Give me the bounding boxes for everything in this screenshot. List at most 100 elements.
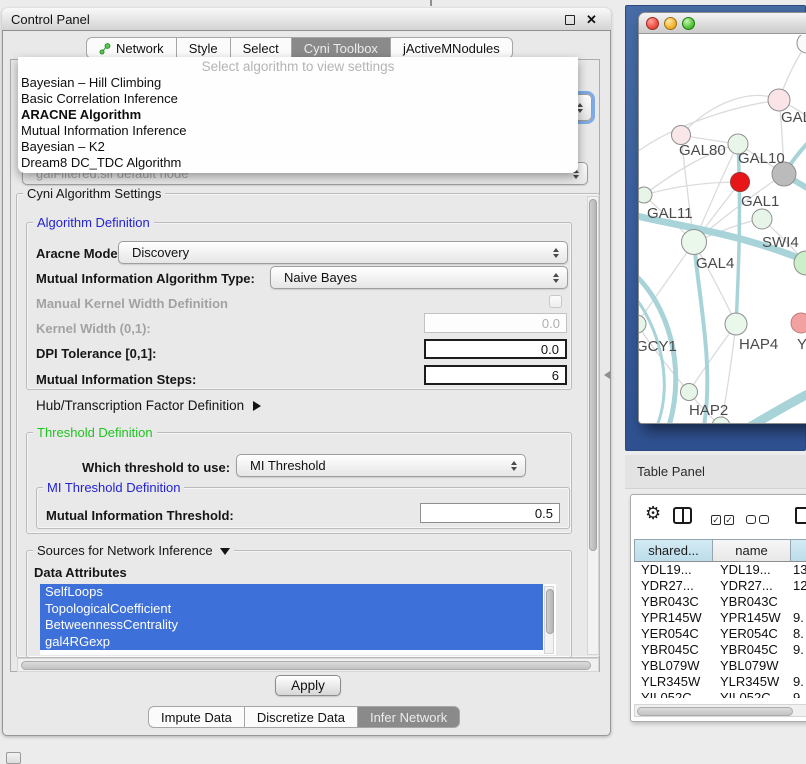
node-salmon[interactable] <box>791 313 806 333</box>
cell-shared: YER054C <box>634 626 713 642</box>
dropdown-item-bayesian-hill-climbing[interactable]: Bayesian – Hill Climbing <box>18 75 578 91</box>
mi-threshold-field[interactable]: 0.5 <box>420 503 560 523</box>
network-window[interactable]: GAL80 GAL10 GAL1 GAL11 SWI4 GAL4 GCY1 HA… <box>638 12 806 424</box>
table-panel-title: Table Panel <box>625 464 705 479</box>
cell-shared: YDR27... <box>634 578 713 594</box>
node-red-selected[interactable] <box>731 173 750 192</box>
mi-steps-field[interactable]: 6 <box>424 365 567 385</box>
tab-network[interactable]: Network <box>86 37 177 59</box>
mi-algorithm-type-select[interactable]: Naive Bayes <box>270 266 568 289</box>
table-row[interactable]: YDL19... YDL19... 13 <box>634 562 806 578</box>
scrollbar-thumb[interactable] <box>546 589 554 634</box>
cell-value: 9. <box>791 610 806 626</box>
scrollbar-thumb[interactable] <box>589 199 597 551</box>
dropdown-item-aracne[interactable]: ARACNE Algorithm <box>18 107 578 123</box>
dpi-tolerance-field[interactable]: 0.0 <box>424 339 567 359</box>
aracne-mode-value: Discovery <box>119 245 545 260</box>
zoom-traffic-light-icon[interactable] <box>682 17 695 30</box>
cell-name: YIL052C <box>713 690 791 698</box>
node-gal-partial[interactable] <box>768 89 790 111</box>
scrollbar-thumb[interactable] <box>637 707 793 716</box>
tab-cyni-toolbox[interactable]: Cyni Toolbox <box>291 37 391 59</box>
table-row[interactable]: YIL052C YIL052C 9. <box>634 690 806 698</box>
cell-name: YER054C <box>713 626 791 642</box>
table-row[interactable]: YBR045C YBR045C 9. <box>634 642 806 658</box>
node-unlabeled-top[interactable] <box>797 35 806 53</box>
aracne-mode-label: Aracne Mode: <box>36 246 122 261</box>
tab-jactivemnodules[interactable]: jActiveMNodules <box>390 37 513 59</box>
node-gal11[interactable] <box>639 187 652 203</box>
list-item-betweennesscentrality[interactable]: BetweennessCentrality <box>40 617 543 634</box>
list-item-gal4rgexp[interactable]: gal4RGexp <box>40 634 543 651</box>
tab-infer-network-label: Infer Network <box>370 710 447 725</box>
tab-style[interactable]: Style <box>176 37 231 59</box>
table-horizontal-scrollbar[interactable] <box>634 704 806 717</box>
node-label-gal4: GAL4 <box>696 255 734 272</box>
settings-vertical-scrollbar[interactable] <box>587 196 599 655</box>
aracne-mode-select[interactable]: Discovery <box>118 241 568 264</box>
control-panel-titlebar[interactable]: Control Panel <box>2 8 611 31</box>
node-label-gal10: GAL10 <box>738 150 785 167</box>
table-row[interactable]: YDR27... YDR27... 12 <box>634 578 806 594</box>
minimize-traffic-light-icon[interactable] <box>664 17 677 30</box>
docked-panel-icon[interactable] <box>6 752 21 764</box>
network-window-titlebar[interactable] <box>639 13 806 34</box>
table-row[interactable]: YPR145W YPR145W 9. <box>634 610 806 626</box>
gear-icon[interactable]: ⚙ <box>645 503 661 524</box>
algorithm-dropdown-popup: Select algorithm to view settings Bayesi… <box>18 57 578 173</box>
tab-impute-data[interactable]: Impute Data <box>148 706 245 728</box>
table-row[interactable]: YBL079W YBL079W <box>634 658 806 674</box>
column-header-partial[interactable] <box>791 539 806 562</box>
column-header-name[interactable]: name <box>713 539 791 562</box>
close-traffic-light-icon[interactable] <box>646 17 659 30</box>
tab-impute-data-label: Impute Data <box>161 710 232 725</box>
select-all-checkboxes-icon[interactable]: ✓✓ <box>711 510 737 528</box>
splitter-collapse-arrow[interactable] <box>604 371 610 379</box>
table-row[interactable]: YER054C YER054C 8. <box>634 626 806 642</box>
dropdown-item-bayesian-k2[interactable]: Bayesian – K2 <box>18 139 578 155</box>
table-row[interactable]: YLR345W YLR345W 9. <box>634 674 806 690</box>
combo-arrows-icon <box>545 248 567 258</box>
dropdown-item-mutual-information[interactable]: Mutual Information Inference <box>18 123 578 139</box>
scrollbar-thumb[interactable] <box>21 661 591 670</box>
mi-threshold-value: 0.5 <box>535 506 553 521</box>
node-hap2[interactable] <box>681 384 698 401</box>
attributes-list-scrollbar[interactable] <box>544 586 554 654</box>
cell-shared: YBR043C <box>634 594 713 610</box>
node-hap4[interactable] <box>725 313 747 335</box>
tab-infer-network[interactable]: Infer Network <box>357 706 460 728</box>
settings-horizontal-scrollbar[interactable] <box>17 658 599 672</box>
mi-steps-value: 6 <box>552 368 559 383</box>
kernel-width-field[interactable]: 0.0 <box>424 313 567 333</box>
tab-select[interactable]: Select <box>230 37 292 59</box>
manual-kernel-width-checkbox[interactable] <box>549 295 562 308</box>
split-columns-icon[interactable] <box>673 507 692 524</box>
table-row[interactable]: YBR043C YBR043C <box>634 594 806 610</box>
cell-value <box>791 658 806 674</box>
dropdown-item-basic-correlation[interactable]: Basic Correlation Inference <box>18 91 578 107</box>
node-gal1[interactable] <box>752 209 772 229</box>
document-icon[interactable] <box>795 507 806 524</box>
column-header-shared[interactable]: shared... <box>634 539 713 562</box>
node-gal4[interactable] <box>682 230 707 255</box>
hub-transcription-factor-expander[interactable]: Hub/Transcription Factor Definition <box>36 398 261 413</box>
list-item-selfloops[interactable]: SelfLoops <box>40 584 543 601</box>
mi-threshold-label: Mutual Information Threshold: <box>46 508 234 523</box>
network-canvas[interactable]: GAL80 GAL10 GAL1 GAL11 SWI4 GAL4 GCY1 HA… <box>639 35 806 424</box>
list-item-topologicalcoefficient[interactable]: TopologicalCoefficient <box>40 601 543 618</box>
apply-button[interactable]: Apply <box>275 675 341 696</box>
deselect-all-checkboxes-icon[interactable] <box>746 511 772 529</box>
tab-discretize-data[interactable]: Discretize Data <box>244 706 358 728</box>
threshold-definition-title: Threshold Definition <box>33 425 157 440</box>
tab-style-label: Style <box>189 41 218 56</box>
dropdown-item-dream8[interactable]: Dream8 DC_TDC Algorithm <box>18 155 578 171</box>
mi-threshold-definition-title: MI Threshold Definition <box>43 480 184 495</box>
sources-title-wrap[interactable]: Sources for Network Inference <box>33 543 234 558</box>
which-threshold-label: Which threshold to use: <box>82 460 230 475</box>
node-label-swi4: SWI4 <box>762 234 799 251</box>
cell-value: 9. <box>791 642 806 658</box>
combo-arrows-icon <box>545 273 567 283</box>
float-window-icon[interactable] <box>565 15 575 25</box>
which-threshold-select[interactable]: MI Threshold <box>236 454 526 477</box>
node-gcy1[interactable] <box>639 315 646 333</box>
